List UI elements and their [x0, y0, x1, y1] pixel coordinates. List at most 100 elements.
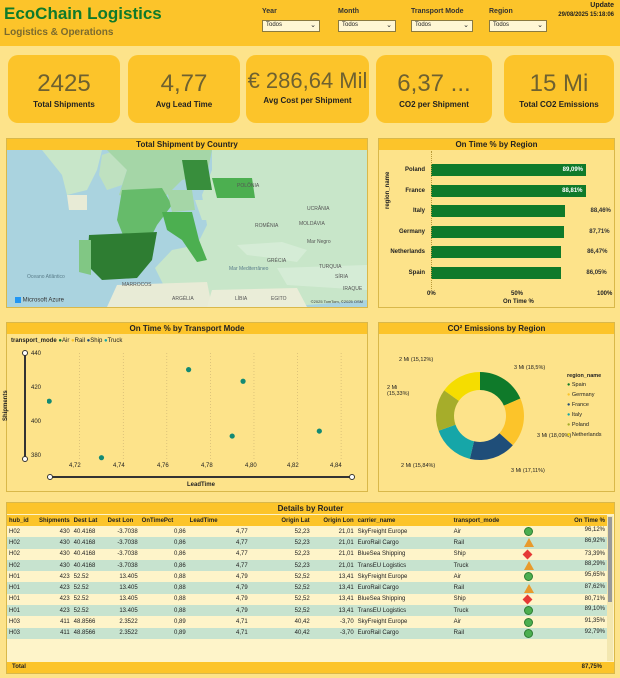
- status-circle-icon: [523, 527, 533, 537]
- table-scrollbar-thumb[interactable]: [608, 517, 612, 602]
- table-row[interactable]: H02 430 40.4168 -3.7038 0,86 4,77 52,23 21,01 Bl…: [7, 548, 607, 560]
- region-bar-value: 87,71%: [589, 228, 610, 235]
- table-cell: 88,29%: [517, 559, 607, 572]
- scatter-point[interactable]: [186, 367, 192, 373]
- table-header-row: hub_id Shipments Dest Lat Dest Lon OnTim…: [7, 515, 607, 526]
- table-cell: 52,52: [249, 582, 312, 594]
- table-cell: Rail: [451, 537, 518, 549]
- transport-xlabel: LeadTime: [187, 482, 215, 488]
- col-carrier-name[interactable]: carrier_name: [356, 515, 452, 526]
- col-on-time-pct[interactable]: On Time %: [518, 515, 607, 526]
- region-bar[interactable]: [431, 225, 564, 238]
- map-label-moldova: MOLDÁVIA: [299, 220, 326, 227]
- region-tick-0: 0%: [427, 291, 436, 297]
- table-cell: 89,10%: [517, 605, 607, 617]
- col-shipments[interactable]: Shipments: [37, 515, 72, 526]
- col-transport-mode[interactable]: transport_mode: [452, 515, 518, 526]
- y-scroll-slider[interactable]: [22, 350, 28, 462]
- table-cell: 0,88: [139, 582, 188, 594]
- table-cell: 4,77: [187, 526, 250, 538]
- scatter-point[interactable]: [229, 433, 235, 439]
- table-cell: 52,23: [249, 537, 312, 549]
- filter-transport-dropdown[interactable]: Todos ⌄: [411, 20, 473, 32]
- table-cell: Air: [451, 571, 518, 583]
- region-bar[interactable]: [431, 266, 561, 279]
- x-scroll-slider[interactable]: [47, 474, 355, 480]
- table-cell: 0,89: [139, 627, 188, 639]
- filter-region-label: Region: [489, 8, 513, 15]
- table-cell: 52,23: [249, 548, 312, 560]
- legend-air: Air: [61, 338, 70, 344]
- table-cell: -3,70: [311, 616, 356, 628]
- scatter-point[interactable]: [47, 398, 52, 404]
- status-diamond-icon: [522, 594, 533, 605]
- table-row[interactable]: H01 423 52.52 13.405 0,88 4,79 52,52 13,41 SkyFr…: [7, 571, 607, 583]
- col-origin-lat[interactable]: Origin Lat: [250, 515, 312, 526]
- filter-month-dropdown[interactable]: Todos ⌄: [338, 20, 396, 32]
- col-leadtime[interactable]: LeadTime: [188, 515, 250, 526]
- kpi-label: Avg Lead Time: [155, 100, 213, 109]
- table-row[interactable]: H03 411 48.8566 2.3522 0,89 4,71 40,42 -3,70 Eur…: [7, 627, 607, 639]
- app-title: EcoChain Logistics: [4, 4, 162, 23]
- table-scrollbar[interactable]: [607, 516, 613, 661]
- col-hub-id[interactable]: hub_id: [7, 515, 37, 526]
- co2-legend-item: ● Spain: [567, 382, 586, 388]
- co2-legend-title: region_name: [567, 373, 602, 379]
- table-cell: 73,39%: [517, 548, 607, 560]
- region-bar[interactable]: [431, 205, 565, 217]
- kpi-card-avg-lead-time: 4,77 Avg Lead Time: [128, 55, 240, 123]
- co2-legend-item: ● Germany: [567, 392, 595, 398]
- donut-label-italy: 2 Mi (15,84%): [401, 463, 436, 469]
- col-ontimepct[interactable]: OnTimePct: [140, 515, 188, 526]
- col-dest-lat[interactable]: Dest Lat: [72, 515, 106, 526]
- scatter-point[interactable]: [240, 378, 246, 384]
- table-cell: Air: [451, 616, 518, 628]
- table-row[interactable]: H02 430 40.4168 -3.7038 0,86 4,77 52,23 21,01 Eu…: [7, 537, 607, 549]
- filter-year-dropdown[interactable]: Todos ⌄: [262, 20, 320, 32]
- scatter-point[interactable]: [98, 455, 105, 461]
- table-cell: 430: [37, 537, 72, 549]
- table-cell: -3.7038: [105, 537, 140, 549]
- kpi-value: € 286,64 Mil: [247, 68, 368, 93]
- map-label-poland: POLÔNIA: [237, 182, 260, 189]
- status-circle-icon: [523, 606, 533, 616]
- table-row[interactable]: H02 430 40.4168 -3.7038 0,86 4,77 52,23 21,01 Sk…: [7, 526, 607, 538]
- table-cell: 2.3522: [105, 627, 140, 639]
- legend-ship: Ship: [90, 338, 103, 344]
- donut-label-france: 3 Mi (17,11%): [511, 468, 545, 474]
- donut-slice[interactable]: [438, 424, 475, 459]
- table-cell: 13.405: [105, 605, 140, 617]
- table-cell: 52,52: [249, 593, 312, 606]
- table-row[interactable]: H01 423 52.52 13.405 0,88 4,79 52,52 13,41 BlueS…: [7, 593, 607, 606]
- table-cell: Rail: [451, 627, 518, 639]
- table-cell: 423: [37, 571, 72, 583]
- table-cell: 0,88: [139, 593, 188, 606]
- scatter-point[interactable]: [316, 428, 322, 434]
- table-cell: 4,79: [187, 571, 250, 583]
- table-cell: H03: [7, 627, 37, 639]
- region-bar[interactable]: [431, 246, 562, 258]
- europe-map[interactable]: POLÔNIA UCRÂNIA ROMÊNIA MOLDÁVIA Mar Neg…: [7, 150, 367, 307]
- co2-legend-item: ● France: [567, 402, 589, 408]
- y-tick-380: 380: [31, 453, 42, 459]
- col-dest-lon[interactable]: Dest Lon: [106, 515, 140, 526]
- table-scroll-area[interactable]: hub_id Shipments Dest Lat Dest Lon OnTim…: [7, 515, 607, 663]
- filter-region-dropdown[interactable]: Todos ⌄: [489, 20, 547, 32]
- col-origin-lon[interactable]: Origin Lon: [312, 515, 356, 526]
- table-cell: -3.7038: [105, 548, 140, 560]
- table-cell: 52,52: [249, 571, 312, 583]
- table-cell: 0,86: [139, 548, 188, 560]
- chevron-down-icon: ⌄: [310, 22, 316, 29]
- table-row[interactable]: H01 423 52.52 13.405 0,88 4,79 52,52 13,41 EuroR…: [7, 582, 607, 594]
- table-row[interactable]: H03 411 48.8566 2.3522 0,89 4,71 40,42 -3,70 Sky…: [7, 616, 607, 628]
- details-table: hub_id Shipments Dest Lat Dest Lon OnTim…: [7, 515, 607, 639]
- donut-slice[interactable]: [480, 372, 521, 406]
- table-cell: 4,79: [187, 593, 250, 606]
- table-row[interactable]: H02 430 40.4168 -3.7038 0,86 4,77 52,23 21,01 Tr…: [7, 559, 607, 572]
- table-row[interactable]: H01 423 52.52 13.405 0,88 4,79 52,52 13,41 Trans…: [7, 605, 607, 617]
- x-tick-478: 4,78: [201, 463, 213, 469]
- region-bar-value: 88,46%: [590, 208, 611, 214]
- table-cell: 95,65%: [517, 571, 607, 583]
- kpi-label: Total CO2 Emissions: [519, 100, 599, 109]
- table-cell: 48.8566: [71, 616, 106, 628]
